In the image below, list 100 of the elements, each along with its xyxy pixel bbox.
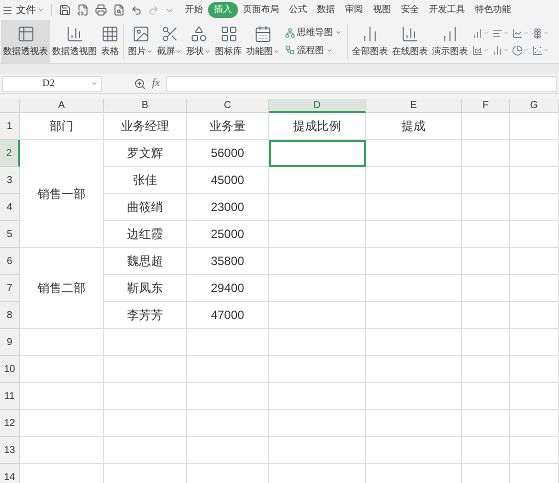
table-cell [462,140,510,167]
table-cell [462,275,510,302]
table-cell [510,383,559,410]
row-header[interactable]: 14 [0,464,20,483]
table-cell: 45000 [187,167,269,194]
ribbon-tab[interactable]: 安全 [396,2,424,18]
caret-icon [503,30,509,36]
formula-input[interactable] [166,76,557,92]
ribbon-tab[interactable]: 特色功能 [470,2,516,18]
ribbon-button[interactable]: 图标库 [213,20,244,63]
row-header[interactable]: 10 [0,356,20,383]
chart-type-button[interactable] [532,44,549,56]
table-cell [510,329,559,356]
ribbon-tab[interactable]: 数据 [312,2,340,18]
column-header[interactable]: G [510,99,559,113]
chart-type-button[interactable] [512,28,529,38]
save-icon[interactable] [59,4,71,16]
ribbon-button[interactable]: 功能图 [244,20,282,63]
table-cell [462,221,510,248]
caret-icon [37,6,45,14]
chart-type-button[interactable] [472,28,489,38]
column-header[interactable]: A [20,99,104,113]
table-cell: 销售二部 [20,248,104,329]
flowchart-icon [285,45,295,56]
table-cell [510,113,559,140]
chart-type-button[interactable] [492,44,509,56]
print-icon[interactable] [95,4,107,16]
row-header[interactable]: 12 [0,410,20,437]
column-header[interactable]: F [462,99,510,113]
picture-icon [132,24,150,43]
table-cell [510,248,559,275]
table-cell: 销售一部 [20,140,104,248]
ribbon-tab[interactable]: 开发工具 [424,2,470,18]
export-icon[interactable] [77,4,89,16]
table-cell [462,167,510,194]
row-header[interactable]: 13 [0,437,20,464]
ribbon-tab[interactable]: 审阅 [340,2,368,18]
column-header[interactable]: E [366,99,462,113]
bar-chart-icon [401,24,419,43]
row-header[interactable]: 7 [0,275,20,302]
caret-icon [503,47,509,53]
ribbon-button[interactable]: 思维导图 [285,26,342,40]
table-cell [462,437,510,464]
row-header[interactable]: 2 [0,140,20,167]
row-header[interactable]: 11 [0,383,20,410]
row-header[interactable]: 3 [0,167,20,194]
file-menu[interactable]: 文件 [15,2,46,18]
ribbon-button[interactable]: 数据透视图 [50,20,99,63]
table-cell: 29400 [187,275,269,302]
scissors-icon [160,24,178,43]
chart-type-button[interactable] [472,44,489,56]
ribbon-button[interactable]: 数据透视表 [1,20,50,63]
row-header[interactable]: 9 [0,329,20,356]
row-header[interactable]: 5 [0,221,20,248]
menu-icon[interactable] [2,4,13,16]
table-cell: 罗文辉 [104,140,187,167]
table-cell: 56000 [187,140,269,167]
ribbon-tab[interactable]: 页面布局 [238,2,284,18]
caret-icon [483,30,489,36]
chart-type-button[interactable] [532,28,549,38]
chart-type-button[interactable] [492,28,509,38]
zoom-icon[interactable] [134,78,146,90]
table-cell [462,194,510,221]
ribbon-button[interactable]: 演示图表 [430,20,470,63]
table-cell: 业务经理 [104,113,187,140]
row-header[interactable]: 8 [0,302,20,329]
shapes-icon [190,24,208,43]
table-cell: 提成比例 [269,113,366,140]
row-header[interactable]: 1 [0,113,20,140]
fx-label[interactable]: fx [152,75,160,92]
column-header[interactable]: B [104,99,187,113]
table-cell: 25000 [187,221,269,248]
row-header[interactable]: 6 [0,248,20,275]
row-header[interactable]: 4 [0,194,20,221]
chart-type-button[interactable] [512,44,529,56]
column-header[interactable]: C [187,99,269,113]
table-cell [462,302,510,329]
calendar-icon [254,24,272,43]
ribbon-button[interactable]: 图片 [126,20,155,63]
selected-cell[interactable] [269,140,366,167]
ribbon-button[interactable]: 流程图 [285,44,342,57]
table-cell [510,356,559,383]
table-cell [510,437,559,464]
ribbon-tab[interactable]: 公式 [284,2,312,18]
ribbon-button[interactable]: 在线图表 [390,20,430,63]
table-cell [462,356,510,383]
ribbon-button[interactable]: 表格 [99,20,121,63]
bar-chart-icon [66,24,84,43]
ribbon-tab[interactable]: 视图 [368,2,396,18]
name-box[interactable]: D2 [2,76,102,92]
print-preview-icon[interactable] [113,4,125,16]
ribbon-button[interactable]: 截屏 [155,20,184,63]
ribbon-tab[interactable]: 开始 [180,2,208,18]
undo-icon[interactable] [131,4,142,16]
ribbon-button[interactable]: 形状 [184,20,213,63]
table-cell: 业务量 [187,113,269,140]
column-header[interactable]: D [269,99,366,113]
table-cell [510,167,559,194]
table-cell [510,194,559,221]
ribbon-button[interactable]: 全部图表 [350,20,390,63]
